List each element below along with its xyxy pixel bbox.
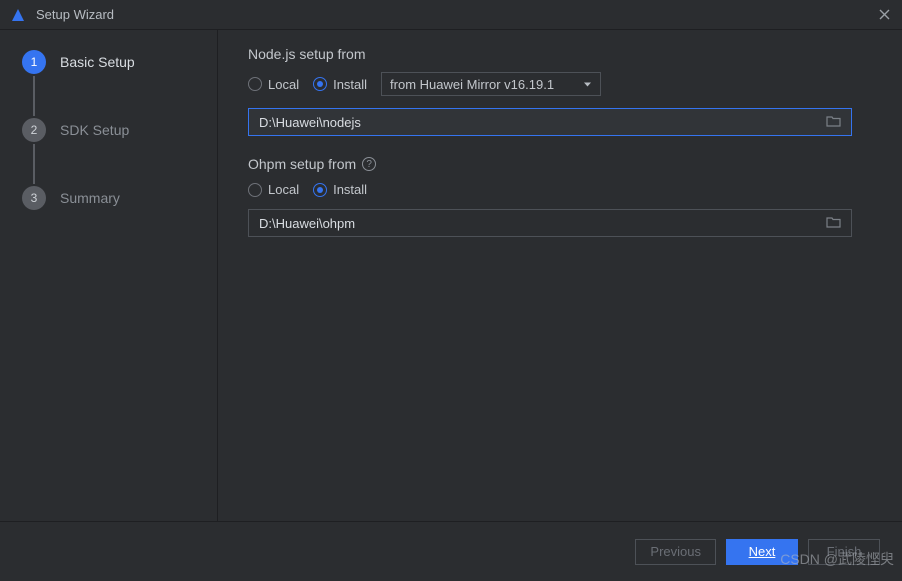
ohpm-section-text: Ohpm setup from <box>248 156 356 172</box>
radio-dot-icon <box>313 183 327 197</box>
dropdown-value: from Huawei Mirror v16.19.1 <box>390 77 554 92</box>
step-label: SDK Setup <box>60 122 129 138</box>
path-value: D:\Huawei\ohpm <box>259 216 355 231</box>
radio-label: Local <box>268 182 299 197</box>
main-area: 1 Basic Setup 2 SDK Setup 3 Summary Node… <box>0 30 902 521</box>
finish-button[interactable]: Finish <box>808 539 880 565</box>
ohpm-local-radio[interactable]: Local <box>248 182 299 197</box>
radio-dot-icon <box>248 77 262 91</box>
path-value: D:\Huawei\nodejs <box>259 115 361 130</box>
radio-label: Local <box>268 77 299 92</box>
radio-dot-icon <box>313 77 327 91</box>
radio-label: Install <box>333 77 367 92</box>
step-basic-setup[interactable]: 1 Basic Setup <box>22 48 217 76</box>
folder-icon[interactable] <box>826 115 841 130</box>
nodejs-radio-row: Local Install from Huawei Mirror v16.19.… <box>248 72 872 96</box>
chevron-down-icon <box>583 77 592 92</box>
step-sdk-setup[interactable]: 2 SDK Setup <box>22 116 217 144</box>
ohpm-path-input[interactable]: D:\Huawei\ohpm <box>248 209 852 237</box>
ohpm-radio-row: Local Install <box>248 182 872 197</box>
step-connector <box>33 144 35 184</box>
nodejs-local-radio[interactable]: Local <box>248 77 299 92</box>
nodejs-install-radio[interactable]: Install <box>313 77 367 92</box>
ohpm-section-label: Ohpm setup from ? <box>248 156 872 172</box>
step-number: 1 <box>22 50 46 74</box>
nodejs-mirror-dropdown[interactable]: from Huawei Mirror v16.19.1 <box>381 72 601 96</box>
folder-icon[interactable] <box>826 216 841 231</box>
close-icon[interactable] <box>876 7 892 23</box>
step-connector <box>33 76 35 116</box>
window-title: Setup Wizard <box>36 7 114 22</box>
title-bar: Setup Wizard <box>0 0 902 30</box>
wizard-steps-sidebar: 1 Basic Setup 2 SDK Setup 3 Summary <box>0 30 218 521</box>
step-number: 2 <box>22 118 46 142</box>
help-icon[interactable]: ? <box>362 157 376 171</box>
radio-dot-icon <box>248 183 262 197</box>
step-label: Basic Setup <box>60 54 135 70</box>
radio-label: Install <box>333 182 367 197</box>
nodejs-path-input[interactable]: D:\Huawei\nodejs <box>248 108 852 136</box>
app-logo-icon <box>10 7 26 23</box>
previous-button[interactable]: Previous <box>635 539 716 565</box>
content-pane: Node.js setup from Local Install from Hu… <box>218 30 902 521</box>
step-label: Summary <box>60 190 120 206</box>
step-summary[interactable]: 3 Summary <box>22 184 217 212</box>
footer-bar: Previous Next Finish <box>0 521 902 581</box>
next-button[interactable]: Next <box>726 539 798 565</box>
ohpm-install-radio[interactable]: Install <box>313 182 367 197</box>
step-number: 3 <box>22 186 46 210</box>
nodejs-section-label: Node.js setup from <box>248 46 872 62</box>
